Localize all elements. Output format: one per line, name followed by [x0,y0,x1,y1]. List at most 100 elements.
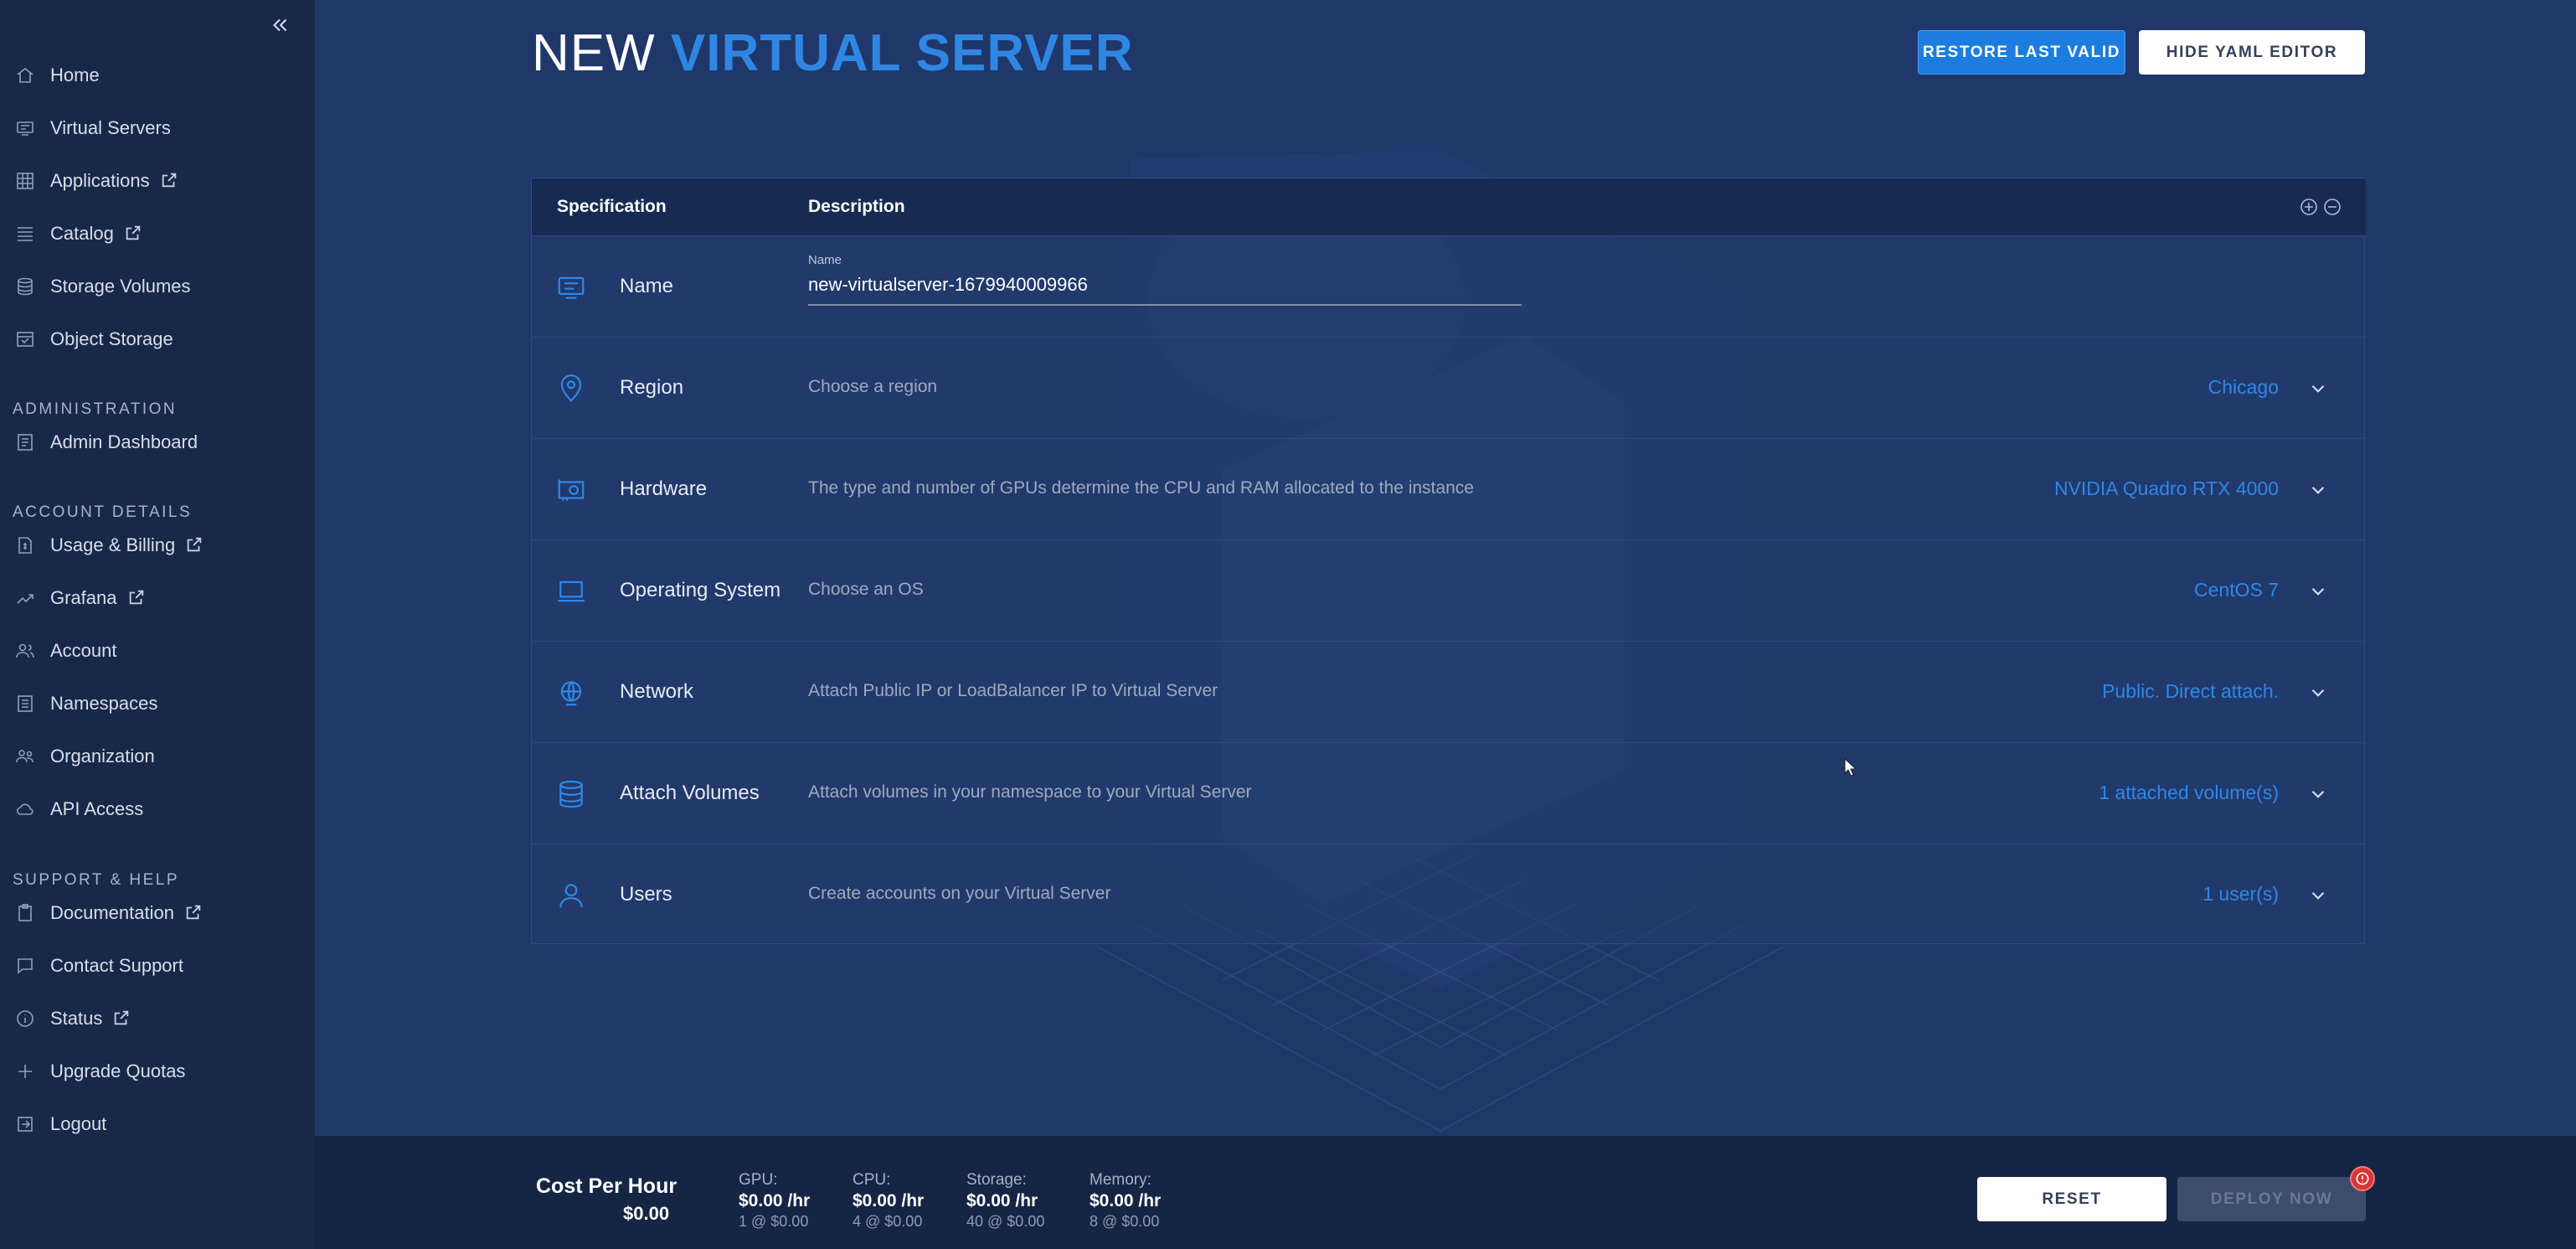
database-icon [15,276,35,297]
spec-row-description: Attach Public IP or LoadBalancer IP to V… [808,681,1218,700]
invoice-icon [15,535,35,555]
sidebar-item-object-storage[interactable]: Object Storage [0,318,315,360]
page-title-accent: VIRTUAL SERVER [670,24,1134,82]
spec-row-operating-system[interactable]: Operating System Choose an OS CentOS 7 [532,539,2366,641]
sidebar-item-label: Organization [50,746,155,766]
spec-row-description: Attach volumes in your namespace to your… [808,782,1252,802]
name-input[interactable]: new-virtualserver-1679940009966 [808,274,1522,306]
sidebar-item-label: Storage Volumes [50,276,191,297]
spec-row-hardware[interactable]: Hardware The type and number of GPUs det… [532,438,2366,539]
chevron-down-icon[interactable] [2307,783,2329,805]
cost-per-hour-total: $0.00 [623,1203,670,1224]
sidebar-item-namespaces[interactable]: Namespaces [0,683,315,725]
sidebar-item-catalog[interactable]: Catalog [0,213,315,255]
cost-cpu: CPU: $0.00 /hr 4 @ $0.00 [853,1171,924,1231]
database-icon [555,778,587,810]
cost-detail: 1 @ $0.00 [739,1213,809,1230]
restore-last-valid-button[interactable]: RESTORE LAST VALID [1918,30,2125,75]
plus-icon [15,1061,35,1081]
trend-icon [15,588,35,608]
sidebar-item-documentation[interactable]: Documentation [0,892,315,934]
bucket-icon [15,329,35,349]
external-link-icon [115,1010,129,1025]
sidebar-item-label: Account [50,640,117,661]
spec-row-title: Hardware [620,477,708,500]
sidebar-item-account[interactable]: Account [0,630,315,672]
sidebar-item-label: Catalog [50,223,114,244]
sidebar-item-grafana[interactable]: Grafana [0,577,315,619]
reset-button[interactable]: RESET [1977,1177,2166,1221]
spec-row-title: Network [620,680,694,703]
sidebar-item-home[interactable]: Home [0,54,315,96]
clipboard-icon [15,903,35,923]
cost-label: Storage: [966,1171,1027,1189]
cost-gpu: GPU: $0.00 /hr 1 @ $0.00 [739,1171,810,1231]
sidebar-item-label: Admin Dashboard [50,431,198,452]
spec-row-value: Chicago [2208,376,2279,398]
sidebar-item-applications[interactable]: Applications [0,160,315,202]
page-title-plain: NEW [532,24,656,82]
spec-row-value: 1 attached volume(s) [2099,782,2279,803]
chevron-down-icon[interactable] [2307,682,2329,704]
collapse-sidebar-icon[interactable] [266,12,293,39]
sidebar-item-admin-dashboard[interactable]: Admin Dashboard [0,421,315,463]
logout-icon [15,1114,35,1134]
spec-row-network[interactable]: Network Attach Public IP or LoadBalancer… [532,641,2366,742]
home-icon [15,65,35,85]
sidebar-item-logout[interactable]: Logout [0,1103,315,1145]
sidebar-item-label: Documentation [50,902,174,923]
namespace-icon [15,694,35,714]
cost-rate: $0.00 /hr [739,1191,811,1210]
user-icon [555,880,587,911]
sidebar-item-contact-support[interactable]: Contact Support [0,945,315,987]
server-icon [555,271,587,303]
spec-row-value: 1 user(s) [2202,883,2279,905]
external-link-icon [187,537,202,552]
expand-all-icon[interactable] [2299,197,2319,217]
spec-row-users[interactable]: Users Create accounts on your Virtual Se… [532,844,2366,945]
section-heading-account-details: ACCOUNT DETAILS [13,503,193,521]
sidebar-item-storage-volumes[interactable]: Storage Volumes [0,266,315,307]
organization-icon [15,746,35,766]
sidebar-item-label: Status [50,1008,103,1029]
sidebar-item-organization[interactable]: Organization [0,735,315,777]
location-pin-icon [555,373,587,405]
external-link-icon [186,905,201,920]
alert-icon [2356,1172,2369,1185]
spec-row-description: The type and number of GPUs determine th… [808,478,1474,498]
deploy-now-button[interactable]: DEPLOY NOW [2177,1177,2366,1221]
spec-row-description: Choose a region [808,377,938,396]
chevron-down-icon[interactable] [2307,479,2329,501]
error-badge[interactable] [2350,1166,2375,1191]
sidebar-item-label: Object Storage [50,328,173,349]
section-heading-administration: ADMINISTRATION [13,400,178,418]
sidebar-item-label: Virtual Servers [50,117,171,138]
spec-row-region[interactable]: Region Choose a region Chicago [532,337,2366,438]
sidebar-item-api-access[interactable]: API Access [0,788,315,830]
sidebar-item-status[interactable]: Status [0,998,315,1040]
sidebar-item-upgrade-quotas[interactable]: Upgrade Quotas [0,1050,315,1092]
list-icon [15,224,35,244]
spec-row-name: Name Name new-virtualserver-167994000996… [532,235,2366,337]
sidebar-item-usage-billing[interactable]: Usage & Billing [0,524,315,566]
chevron-down-icon[interactable] [2307,885,2329,906]
spec-row-attach-volumes[interactable]: Attach Volumes Attach volumes in your na… [532,742,2366,844]
collapse-all-icon[interactable] [2322,197,2342,217]
name-field[interactable]: Name new-virtualserver-1679940009966 [808,253,1522,306]
hide-yaml-editor-button[interactable]: HIDE YAML EDITOR [2139,30,2365,75]
spec-row-description: Choose an OS [808,580,924,599]
sidebar-item-virtual-servers[interactable]: Virtual Servers [0,107,315,149]
sidebar-item-label: Home [50,65,100,85]
sidebar-item-label: API Access [50,798,144,819]
sidebar-item-label: Grafana [50,587,117,608]
sidebar-item-label: Logout [50,1113,107,1134]
page-title: NEW VIRTUAL SERVER [532,23,1134,83]
panel-header: Specification Description [532,178,2366,235]
chevron-down-icon[interactable] [2307,581,2329,602]
laptop-icon [555,575,587,607]
chevron-down-icon[interactable] [2307,378,2329,400]
info-icon [15,1009,35,1029]
cost-label: Memory: [1090,1171,1151,1189]
spec-row-value: NVIDIA Quadro RTX 4000 [2053,477,2279,499]
cost-storage: Storage: $0.00 /hr 40 @ $0.00 [966,1171,1044,1231]
